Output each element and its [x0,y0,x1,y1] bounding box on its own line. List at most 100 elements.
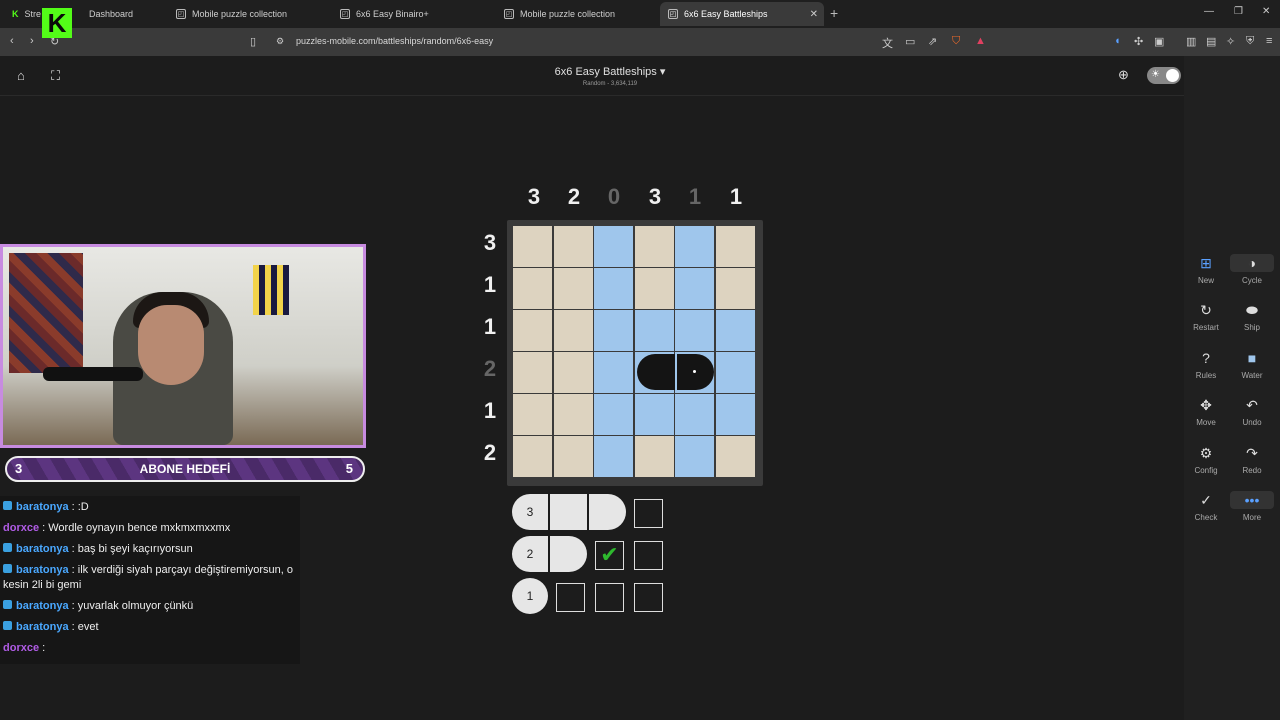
board-cell[interactable] [513,310,552,351]
new-tab-icon[interactable]: + [830,5,838,21]
tab-mobile-puzzle-2[interactable]: ◰ Mobile puzzle collection [496,2,656,26]
forward-icon[interactable]: › [30,35,34,47]
theme-toggle[interactable]: ☀ [1147,67,1181,84]
board-cell[interactable] [634,436,674,477]
board-cell[interactable] [634,310,674,351]
badge-icon [3,543,12,552]
restart-button[interactable]: ↻ Restart [1184,301,1228,332]
board-cell[interactable] [513,436,552,477]
board-cell[interactable] [594,394,633,435]
row-clue: 2 [483,356,497,381]
rewards-icon[interactable]: ▲ [975,35,986,47]
vpn-icon[interactable]: ⛨ [1246,35,1254,48]
back-icon[interactable]: ‹ [10,35,14,47]
translate-icon[interactable]: 文 [882,35,893,51]
board-cell[interactable] [675,268,714,309]
cycle-button[interactable]: ◑ Cycle [1230,254,1274,285]
more-icon: ••• [1230,491,1274,509]
board-cell[interactable] [594,310,633,351]
board-cell[interactable] [634,268,674,309]
chat-username[interactable]: baratonya [16,600,69,612]
ship-button[interactable]: ⬬ Ship [1230,301,1274,332]
sun-icon: ☀ [1151,69,1160,80]
fleet-ship-3-part [589,494,626,530]
close-tab-icon[interactable]: ✕ [810,9,818,20]
sidebar-toggle-icon[interactable]: ▥ [1186,35,1196,48]
col-clue: 3 [527,184,541,209]
board-cell[interactable] [553,268,593,309]
board-cell[interactable] [513,394,552,435]
chat-username[interactable]: baratonya [16,564,69,576]
menu-icon[interactable]: ≡ [1266,35,1272,47]
board-cell[interactable] [513,268,552,309]
chat-username[interactable]: baratonya [16,501,69,513]
board-cell[interactable] [715,310,755,351]
ship-icon: ⬬ [1246,302,1258,318]
water-button[interactable]: ■ Water [1230,349,1274,380]
board-cell[interactable] [675,436,714,477]
extensions-icon[interactable]: ✣ [1134,35,1143,48]
ship-end-left[interactable] [637,354,675,390]
minimize-icon[interactable]: — [1204,6,1214,17]
board-cell[interactable] [675,310,714,351]
redo-button[interactable]: ↷ Redo [1230,444,1274,475]
new-button[interactable]: ⊞ New [1184,254,1228,285]
chat-username[interactable]: baratonya [16,543,69,555]
kick-logo: K [42,8,72,38]
board-cell[interactable] [553,226,593,267]
site-info-icon[interactable]: ⚙ [276,36,284,47]
board-cell[interactable] [594,436,633,477]
tab-battleships[interactable]: ◰ 6x6 Easy Battleships ✕ [660,2,824,26]
rules-button[interactable]: ? Rules [1184,349,1228,380]
board-cell[interactable] [553,436,593,477]
check-button[interactable]: ✓ Check [1184,491,1228,522]
wallet-icon[interactable]: ▤ [1206,35,1216,48]
leo-icon[interactable]: ✧ [1226,35,1235,48]
puzzle-favicon-icon: ◰ [668,9,678,19]
audio-icon[interactable]: ◖ [1114,35,1121,47]
maximize-icon[interactable]: ❐ [1234,6,1243,17]
board-cell[interactable] [715,268,755,309]
board-cell[interactable] [634,394,674,435]
board-cell[interactable] [553,352,593,393]
move-button[interactable]: ✥ Move [1184,396,1228,427]
zoom-icon[interactable]: ⊕ [1118,67,1129,83]
more-button[interactable]: ••• More [1230,491,1274,522]
config-button[interactable]: ⚙ Config [1184,444,1228,475]
board-cell[interactable] [715,352,755,393]
badge-icon [3,564,12,573]
board-cell[interactable] [715,394,755,435]
media-icon[interactable]: ▣ [1154,35,1164,48]
close-window-icon[interactable]: ✕ [1262,6,1270,17]
tab-binairo[interactable]: ◰ 6x6 Easy Binairo+ [332,2,492,26]
chat-username[interactable]: baratonya [16,621,69,633]
brave-shield-icon[interactable]: ⛉ [952,35,960,48]
board-cell[interactable] [594,226,633,267]
page-title[interactable]: 6x6 Easy Battleships ▾ [0,65,1220,78]
board-cell[interactable] [634,226,674,267]
bookmark-icon[interactable]: ▯ [250,35,256,48]
fleet-ship-3-part [550,494,587,530]
fleet-ship-1: 1 [512,578,548,614]
chat-username[interactable]: dorxce [3,522,39,534]
board-cell[interactable] [513,352,552,393]
puzzle-favicon-icon: ◰ [176,9,186,19]
ship-end-right[interactable] [677,354,714,390]
board-cell[interactable] [675,226,714,267]
tab-mobile-puzzle-1[interactable]: ◰ Mobile puzzle collection [168,2,328,26]
board-cell[interactable] [675,394,714,435]
board-cell[interactable] [594,352,633,393]
board-cell[interactable] [513,226,552,267]
chat-text: : yuvarlak olmuyor çünkü [68,600,194,612]
screen-icon[interactable]: ▭ [905,35,915,48]
board-cell[interactable] [594,268,633,309]
share-icon[interactable]: ⇗ [928,35,937,48]
chat-username[interactable]: dorxce [3,642,39,654]
board-cell[interactable] [715,226,755,267]
url-field[interactable]: puzzles-mobile.com/battleships/random/6x… [296,36,493,46]
undo-button[interactable]: ↶ Undo [1230,396,1274,427]
board-cell[interactable] [553,310,593,351]
tab-dashboard[interactable]: K Stre Dashboard [4,2,164,26]
board-cell[interactable] [553,394,593,435]
board-cell[interactable] [715,436,755,477]
